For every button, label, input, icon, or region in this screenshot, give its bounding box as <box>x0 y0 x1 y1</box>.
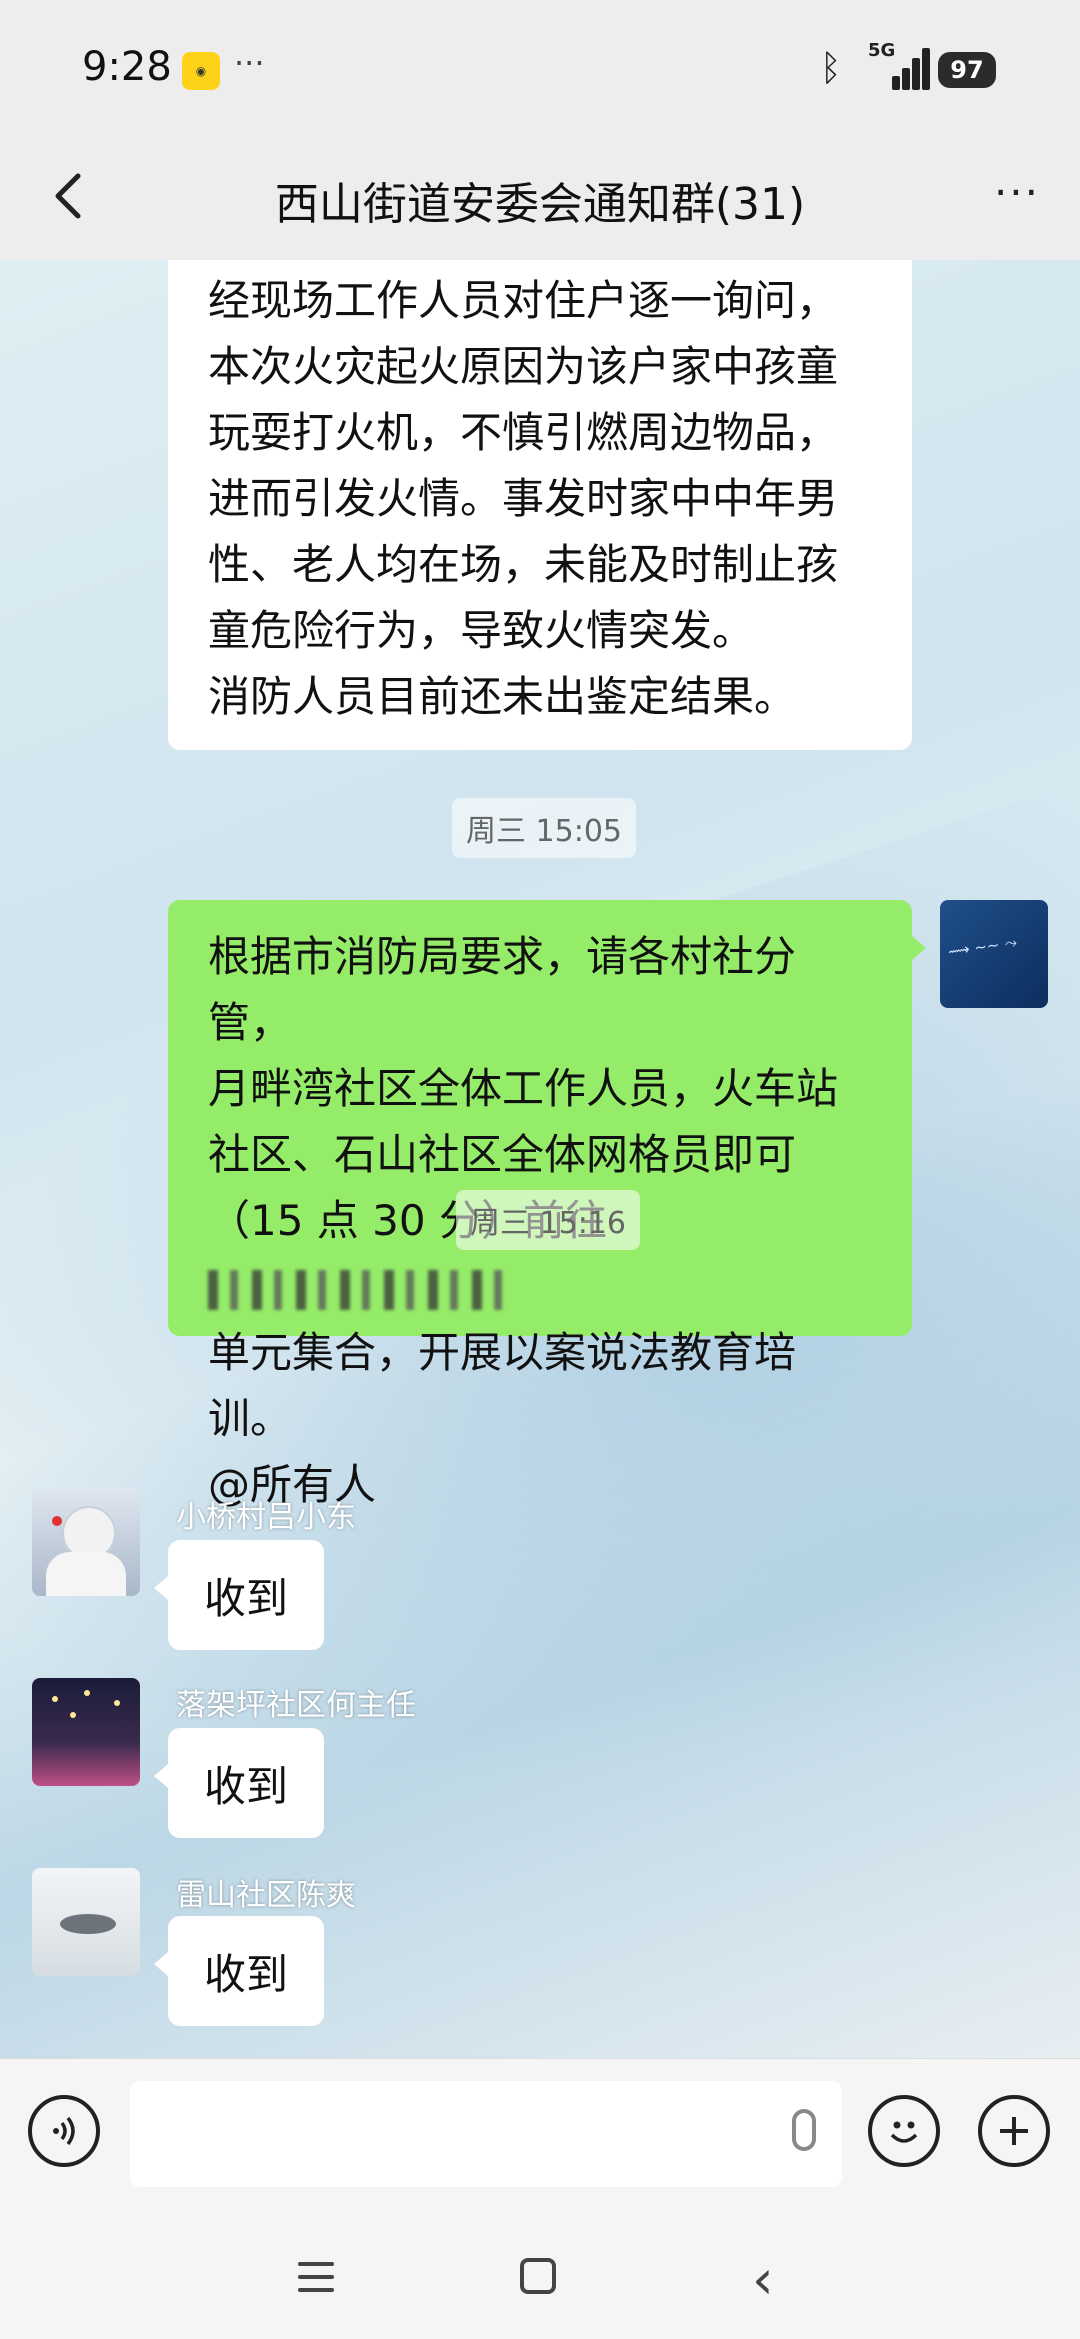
sender-name: 小桥村吕小东 <box>176 1500 356 1535</box>
bluetooth-icon: ᛒ <box>820 48 842 89</box>
message-line: 社区、石山社区全体网格员即可 <box>208 1130 797 1179</box>
system-nav-bar: ‹ <box>0 2208 1080 2339</box>
message-line: 性、老人均在场，未能及时制止孩 <box>208 540 839 589</box>
menu-icon[interactable] <box>298 2262 334 2301</box>
reply-bubble[interactable]: 收到 <box>154 1916 324 2026</box>
reply-bubble[interactable]: 收到 <box>154 1540 324 1650</box>
battery-indicator: 97 <box>938 52 996 88</box>
reply-bubble[interactable]: 收到 <box>154 1728 324 1838</box>
message-line: 本次火灾起火原因为该户家中孩童 <box>208 342 839 391</box>
clock: 9:28 <box>82 44 172 90</box>
chat-area[interactable]: 经现场工作人员对住户逐一询问， 本次火灾起火原因为该户家中孩童 玩耍打火机，不慎… <box>0 260 1080 2058</box>
app-notification-icon: ◉ <box>182 52 220 90</box>
nav-back-icon[interactable]: ‹ <box>752 2248 774 2311</box>
plus-icon[interactable] <box>978 2095 1050 2167</box>
message-input[interactable] <box>130 2081 842 2187</box>
message-line: 根据市消防局要求，请各村社分管， <box>208 932 797 1047</box>
message-line: 月畔湾社区全体工作人员，火车站 <box>208 1064 839 1113</box>
voice-icon[interactable] <box>28 2095 100 2167</box>
message-line: 童危险行为，导致火情突发。 <box>208 606 755 655</box>
chat-header: 西山街道安委会通知群(31) ··· <box>0 140 1080 260</box>
redacted-address <box>208 1269 508 1310</box>
message-line: 玩耍打火机，不慎引燃周边物品， <box>208 408 839 457</box>
message-line: 单元集合，开展以案说法教育培训。 <box>208 1328 797 1443</box>
message-line: 消防人员目前还未出鉴定结果。 <box>208 672 797 721</box>
home-icon[interactable] <box>520 2258 556 2294</box>
chat-title: 西山街道安委会通知群(31) <box>274 179 806 230</box>
more-notifications-icon: ··· <box>234 44 265 82</box>
emoji-icon[interactable] <box>868 2095 940 2167</box>
timestamp: 周三 15:16 <box>456 1190 640 1250</box>
my-avatar[interactable]: ⟿ ~~ ⤳ <box>940 900 1048 1008</box>
avatar[interactable] <box>32 1678 140 1786</box>
signal-icon: 5G <box>868 40 930 90</box>
avatar[interactable] <box>32 1488 140 1596</box>
more-icon[interactable]: ··· <box>994 168 1040 217</box>
network-type: 5G <box>868 40 896 61</box>
status-bar: 9:28 ◉ ··· ᛒ 5G 97 <box>0 0 1080 140</box>
sender-name: 雷山社区陈爽 <box>176 1878 356 1913</box>
incoming-message-bubble[interactable]: 经现场工作人员对住户逐一询问， 本次火灾起火原因为该户家中孩童 玩耍打火机，不慎… <box>168 260 912 750</box>
message-line: 进而引发火情。事发时家中中年男 <box>208 474 839 523</box>
outgoing-message-bubble[interactable]: 根据市消防局要求，请各村社分管， 月畔湾社区全体工作人员，火车站 社区、石山社区… <box>168 900 926 1509</box>
message-line: 经现场工作人员对住户逐一询问， <box>208 276 839 325</box>
input-bar <box>0 2058 1080 2209</box>
mic-icon[interactable] <box>792 2109 816 2151</box>
sender-name: 落架坪社区何主任 <box>176 1688 416 1723</box>
timestamp: 周三 15:05 <box>452 798 636 858</box>
avatar[interactable] <box>32 1868 140 1976</box>
